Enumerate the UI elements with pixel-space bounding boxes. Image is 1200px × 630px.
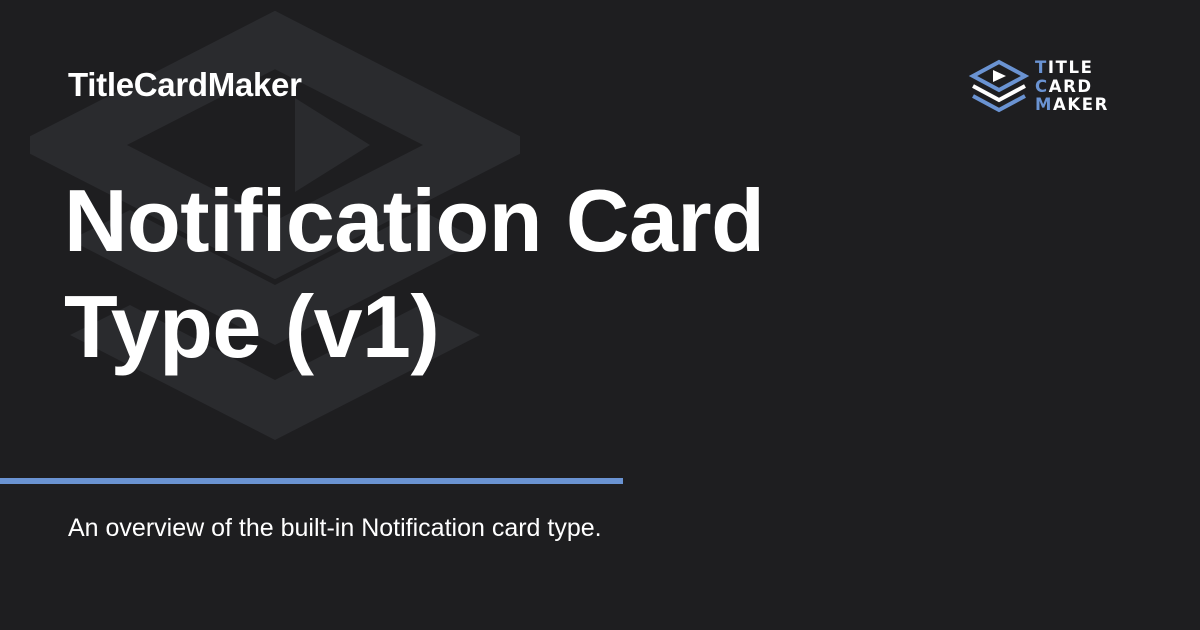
accent-divider [0,478,623,484]
page-title-line-1: Notification Card [64,171,765,270]
site-name: TitleCardMaker [68,66,302,103]
page-title-line-2: Type (v1) [64,277,440,376]
brand-wordmark: TITLE CARD MAKER [1035,59,1109,115]
brand-line-1: TITLE [1035,58,1094,78]
page-title: Notification Card Type (v1) [64,168,884,380]
brand-logo: TITLE CARD MAKER [968,58,1109,116]
brand-line-2: CARD [1035,76,1093,96]
page-description: An overview of the built-in Notification… [68,514,602,542]
brand-line-3: MAKER [1035,95,1109,115]
titlecardmaker-logo-icon [968,59,1030,113]
